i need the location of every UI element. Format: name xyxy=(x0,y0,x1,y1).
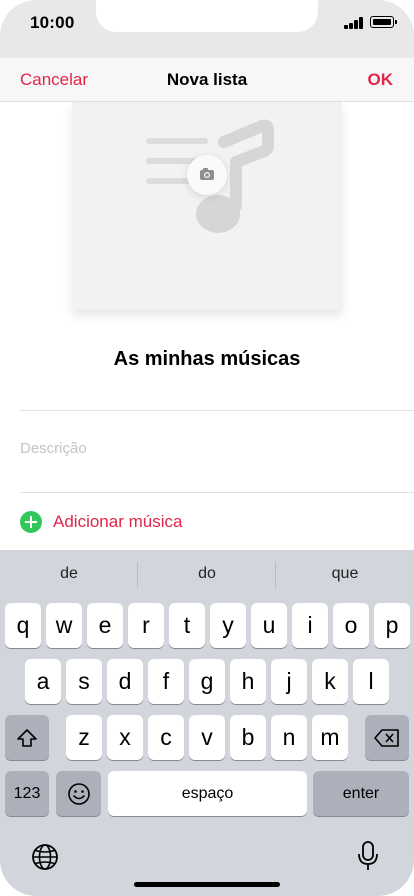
divider xyxy=(20,492,414,493)
playlist-artwork[interactable] xyxy=(72,102,342,310)
nav-title: Nova lista xyxy=(166,70,248,89)
keyboard: de do que q w e r t y u i o p a s d f g h j k l z x c v b n m 123 e… xyxy=(0,550,414,896)
key-m[interactable]: m xyxy=(312,715,348,760)
music-note-placeholder-icon xyxy=(146,119,274,233)
backspace-icon xyxy=(374,728,399,747)
microphone-icon[interactable] xyxy=(356,840,380,872)
key-g[interactable]: g xyxy=(189,659,225,704)
backspace-key[interactable] xyxy=(365,715,409,760)
device-screen: 10:00 Cancelar Nova lista OK As minhas m… xyxy=(0,0,414,896)
globe-icon[interactable] xyxy=(30,842,60,872)
key-k[interactable]: k xyxy=(312,659,348,704)
playlist-name-field[interactable]: As minhas músicas xyxy=(0,348,414,371)
description-field[interactable]: Descrição xyxy=(20,440,87,457)
suggestion-bar: de do que xyxy=(0,550,414,600)
key-p[interactable]: p xyxy=(374,603,410,648)
cellular-signal-icon xyxy=(344,17,364,29)
key-x[interactable]: x xyxy=(107,715,143,760)
home-indicator xyxy=(134,882,280,887)
key-c[interactable]: c xyxy=(148,715,184,760)
shift-icon xyxy=(17,728,37,747)
key-b[interactable]: b xyxy=(230,715,266,760)
key-j[interactable]: j xyxy=(271,659,307,704)
camera-icon xyxy=(200,168,214,180)
key-w[interactable]: w xyxy=(46,603,82,648)
space-key[interactable]: espaço xyxy=(108,771,307,816)
key-h[interactable]: h xyxy=(230,659,266,704)
nav-bar: Cancelar Nova lista OK xyxy=(0,58,414,102)
key-e[interactable]: e xyxy=(87,603,123,648)
key-z[interactable]: z xyxy=(66,715,102,760)
numbers-key[interactable]: 123 xyxy=(5,771,49,816)
shift-key[interactable] xyxy=(5,715,49,760)
suggestion-item[interactable]: que xyxy=(276,565,414,583)
battery-icon xyxy=(370,16,397,28)
key-q[interactable]: q xyxy=(5,603,41,648)
key-o[interactable]: o xyxy=(333,603,369,648)
add-music-label: Adicionar música xyxy=(53,512,183,531)
key-v[interactable]: v xyxy=(189,715,225,760)
key-r[interactable]: r xyxy=(128,603,164,648)
key-s[interactable]: s xyxy=(66,659,102,704)
key-i[interactable]: i xyxy=(292,603,328,648)
add-circle-icon xyxy=(20,511,42,533)
camera-button[interactable] xyxy=(187,155,227,195)
add-music-button[interactable]: Adicionar música xyxy=(20,510,182,534)
status-bar: 10:00 xyxy=(0,0,414,44)
key-a[interactable]: a xyxy=(25,659,61,704)
key-l[interactable]: l xyxy=(353,659,389,704)
emoji-icon xyxy=(67,782,90,805)
key-d[interactable]: d xyxy=(107,659,143,704)
emoji-key[interactable] xyxy=(56,771,101,816)
status-time: 10:00 xyxy=(30,13,75,32)
enter-key[interactable]: enter xyxy=(313,771,409,816)
suggestion-item[interactable]: do xyxy=(138,565,276,583)
key-n[interactable]: n xyxy=(271,715,307,760)
ok-button[interactable]: OK xyxy=(368,70,394,90)
key-f[interactable]: f xyxy=(148,659,184,704)
suggestion-item[interactable]: de xyxy=(0,565,138,583)
key-y[interactable]: y xyxy=(210,603,246,648)
key-t[interactable]: t xyxy=(169,603,205,648)
divider xyxy=(20,410,414,411)
key-u[interactable]: u xyxy=(251,603,287,648)
